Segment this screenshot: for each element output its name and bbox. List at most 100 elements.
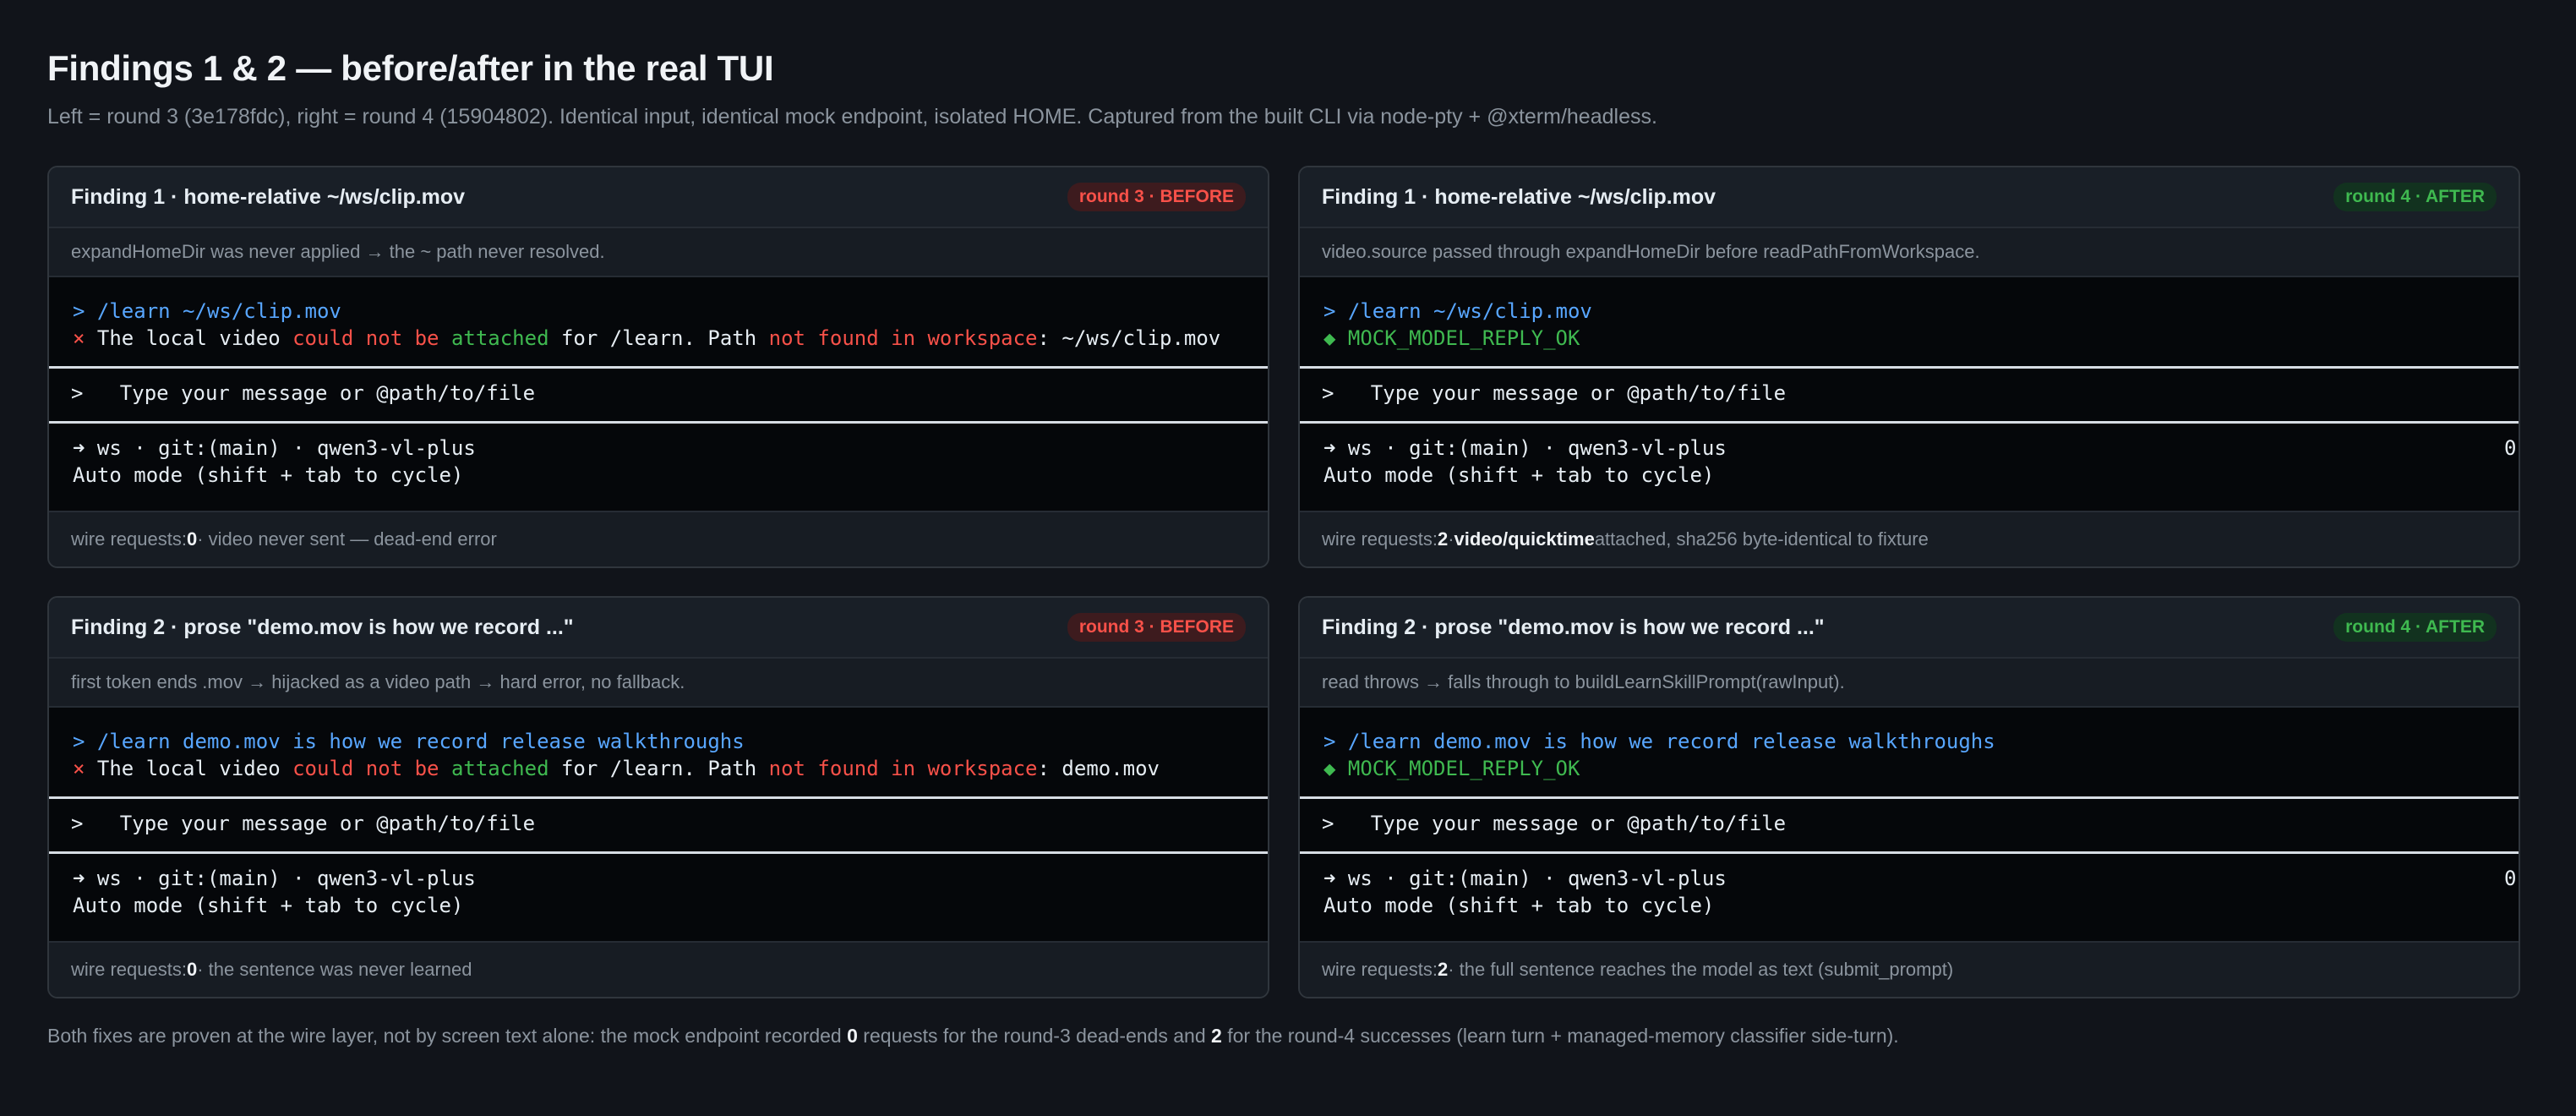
error-text-part: for /learn. Path [548, 326, 769, 350]
diamond-icon: ◆ [1323, 326, 1336, 350]
summary-text: for the round-4 successes (learn turn + … [1221, 1025, 1899, 1047]
terminal-capture: > /learn demo.mov is how we record relea… [49, 708, 1268, 941]
summary-text: Both fixes are proven at the wire layer,… [47, 1025, 848, 1047]
status-line: ➜ ws · git:(main) · qwen3-vl-plus [1323, 436, 1727, 460]
round-badge: round 3 · BEFORE [1067, 613, 1246, 642]
error-text-part: : demo.mov [1037, 757, 1160, 780]
finding-1-before-card: Finding 1 · home-relative ~/ws/clip.mov … [47, 166, 1269, 568]
status-right-truncated: 0. [2504, 436, 2519, 460]
terminal-capture: > /learn ~/ws/clip.mov ◆ MOCK_MODEL_REPL… [1300, 277, 2519, 511]
reply-line: ◆ MOCK_MODEL_REPLY_OK [1323, 755, 1580, 782]
status-line: ➜ ws · git:(main) · qwen3-vl-plus [73, 436, 476, 460]
reply-text: MOCK_MODEL_REPLY_OK [1347, 757, 1580, 780]
error-icon: × [73, 757, 85, 780]
mode-line: Auto mode (shift + tab to cycle) [1323, 894, 1715, 917]
reply-text: MOCK_MODEL_REPLY_OK [1347, 326, 1580, 350]
input-box-top-rule [49, 366, 1268, 369]
findings-grid: Finding 1 · home-relative ~/ws/clip.mov … [47, 166, 2520, 998]
footer-detail: · [1448, 528, 1454, 550]
input-box-bottom-rule [1300, 851, 2519, 854]
input-box-bottom-rule [49, 851, 1268, 854]
message-input-prompt[interactable]: > Type your message or @path/to/file [1322, 380, 1786, 407]
command-line: > /learn ~/ws/clip.mov [1323, 299, 1592, 323]
page-subtitle: Left = round 3 (3e178fdc), right = round… [47, 105, 1657, 129]
summary-note: Both fixes are proven at the wire layer,… [47, 1025, 1899, 1048]
mode-line: Auto mode (shift + tab to cycle) [73, 463, 464, 487]
finding-2-before-card: Finding 2 · prose "demo.mov is how we re… [47, 596, 1269, 998]
page-title: Findings 1 & 2 — before/after in the rea… [47, 48, 774, 88]
footer-detail: · the full sentence reaches the model as… [1448, 959, 1954, 980]
error-text-part: The local video [96, 326, 293, 350]
mime-type: video/quicktime [1454, 528, 1595, 550]
error-text-part [439, 326, 450, 350]
finding-1-after-card: Finding 1 · home-relative ~/ws/clip.mov … [1298, 166, 2520, 568]
card-title: Finding 2 · prose "demo.mov is how we re… [1322, 615, 1825, 639]
input-box-top-rule [1300, 366, 2519, 369]
summary-text: requests for the round-3 dead-ends and [857, 1025, 1212, 1047]
round-badge: round 4 · AFTER [2333, 613, 2497, 642]
mode-line: Auto mode (shift + tab to cycle) [73, 894, 464, 917]
input-box-top-rule [1300, 796, 2519, 799]
footer-detail: · video never sent — dead-end error [197, 528, 497, 550]
wire-request-count: 2 [1437, 959, 1449, 980]
card-header: Finding 2 · prose "demo.mov is how we re… [49, 598, 1268, 659]
error-line: × The local video could not be attached … [73, 755, 1160, 782]
round-badge: round 4 · AFTER [2333, 183, 2497, 211]
reply-line: ◆ MOCK_MODEL_REPLY_OK [1323, 325, 1580, 352]
page: Findings 1 & 2 — before/after in the rea… [0, 0, 2576, 1116]
card-header: Finding 1 · home-relative ~/ws/clip.mov … [1300, 167, 2519, 228]
command-line: > /learn demo.mov is how we record relea… [1323, 730, 1995, 753]
card-header: Finding 1 · home-relative ~/ws/clip.mov … [49, 167, 1268, 228]
wire-request-count: 0 [186, 528, 198, 550]
card-title: Finding 1 · home-relative ~/ws/clip.mov [1322, 184, 1716, 209]
summary-count-after: 2 [1211, 1025, 1222, 1047]
terminal-capture: > /learn ~/ws/clip.mov × The local video… [49, 277, 1268, 511]
footer-label: wire requests: [1322, 528, 1438, 550]
error-text-part [439, 757, 450, 780]
card-description: read throws → falls through to buildLear… [1300, 659, 2519, 708]
error-text-part: not found in workspace [768, 757, 1038, 780]
footer-detail: · the sentence was never learned [197, 959, 472, 980]
card-title: Finding 2 · prose "demo.mov is how we re… [71, 615, 574, 639]
card-description: expandHomeDir was never applied → the ~ … [49, 228, 1268, 277]
command-line: > /learn ~/ws/clip.mov [73, 299, 341, 323]
error-text-part: not found in workspace [768, 326, 1038, 350]
error-icon: × [73, 326, 85, 350]
card-description: video.source passed through expandHomeDi… [1300, 228, 2519, 277]
footer-detail-tail: attached, sha256 byte-identical to fixtu… [1594, 528, 1929, 550]
message-input-prompt[interactable]: > Type your message or @path/to/file [71, 380, 535, 407]
wire-requests-footer: wire requests: 0 · video never sent — de… [49, 511, 1268, 566]
error-text-part: could not be [292, 757, 439, 780]
wire-request-count: 2 [1437, 528, 1449, 550]
card-description: first token ends .mov → hijacked as a vi… [49, 659, 1268, 708]
footer-label: wire requests: [1322, 959, 1438, 980]
diamond-icon: ◆ [1323, 757, 1336, 780]
error-line: × The local video could not be attached … [73, 325, 1220, 352]
command-line: > /learn demo.mov is how we record relea… [73, 730, 745, 753]
wire-request-count: 0 [186, 959, 198, 980]
error-text-part: for /learn. Path [548, 757, 769, 780]
message-input-prompt[interactable]: > Type your message or @path/to/file [1322, 810, 1786, 837]
card-header: Finding 2 · prose "demo.mov is how we re… [1300, 598, 2519, 659]
wire-requests-footer: wire requests: 2 · the full sentence rea… [1300, 941, 2519, 997]
round-badge: round 3 · BEFORE [1067, 183, 1246, 211]
error-text-part: : ~/ws/clip.mov [1037, 326, 1221, 350]
wire-requests-footer: wire requests: 0 · the sentence was neve… [49, 941, 1268, 997]
status-line: ➜ ws · git:(main) · qwen3-vl-plus [73, 867, 476, 890]
error-text-part: attached [450, 326, 549, 350]
summary-count-before: 0 [847, 1025, 858, 1047]
card-title: Finding 1 · home-relative ~/ws/clip.mov [71, 184, 466, 209]
status-right-truncated: 0. [2504, 867, 2519, 890]
input-box-top-rule [49, 796, 1268, 799]
finding-2-after-card: Finding 2 · prose "demo.mov is how we re… [1298, 596, 2520, 998]
input-box-bottom-rule [1300, 421, 2519, 424]
terminal-capture: > /learn demo.mov is how we record relea… [1300, 708, 2519, 941]
error-text-part: The local video [96, 757, 293, 780]
message-input-prompt[interactable]: > Type your message or @path/to/file [71, 810, 535, 837]
error-text-part: attached [450, 757, 549, 780]
footer-label: wire requests: [71, 528, 187, 550]
footer-label: wire requests: [71, 959, 187, 980]
error-text-part: could not be [292, 326, 439, 350]
wire-requests-footer: wire requests: 2 · video/quicktime attac… [1300, 511, 2519, 566]
input-box-bottom-rule [49, 421, 1268, 424]
